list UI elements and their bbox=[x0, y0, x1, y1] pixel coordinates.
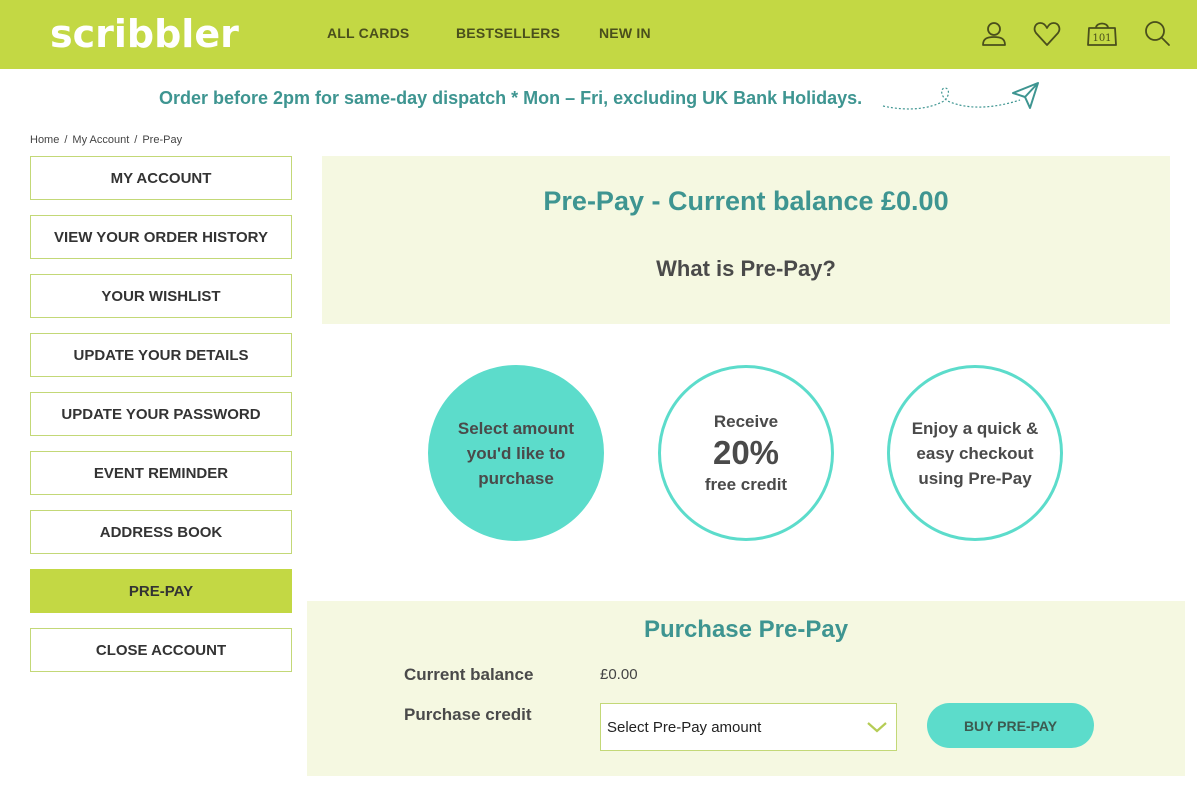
page-title: Pre-Pay - Current balance £0.00 bbox=[543, 186, 949, 216]
sidebar-item-my-account[interactable]: MY ACCOUNT bbox=[30, 156, 292, 200]
nav-new-in[interactable]: NEW IN bbox=[599, 25, 651, 41]
nav-all-cards[interactable]: ALL CARDS bbox=[327, 25, 409, 41]
current-balance-label: Current balance bbox=[404, 665, 534, 684]
select-placeholder: Select Pre-Pay amount bbox=[607, 718, 762, 736]
chevron-down-icon bbox=[867, 722, 887, 733]
sidebar-item-event-reminder[interactable]: EVENT REMINDER bbox=[30, 451, 292, 495]
nav-bestsellers[interactable]: BESTSELLERS bbox=[456, 25, 560, 41]
step-select-amount: Select amount you'd like to purchase bbox=[428, 365, 604, 541]
purchase-credit-label: Purchase credit bbox=[404, 705, 532, 724]
breadcrumb: Home / My Account / Pre-Pay bbox=[30, 134, 183, 146]
step-text: Enjoy a quick & bbox=[911, 418, 1039, 438]
step-text: Select amount bbox=[457, 418, 575, 438]
sidebar-item-update-details[interactable]: UPDATE YOUR DETAILS bbox=[30, 333, 292, 377]
breadcrumb-my-account[interactable]: My Account bbox=[72, 134, 129, 146]
step-text: purchase bbox=[478, 468, 554, 488]
current-balance-value: £0.00 bbox=[600, 666, 638, 683]
free-credit-percent: 20% bbox=[712, 434, 780, 471]
step-text: easy checkout bbox=[916, 443, 1034, 463]
what-is-pre-pay-heading: What is Pre-Pay? bbox=[656, 256, 836, 281]
svg-text:101: 101 bbox=[1092, 33, 1111, 44]
user-icon[interactable] bbox=[978, 18, 1010, 50]
sidebar-item-order-history[interactable]: VIEW YOUR ORDER HISTORY bbox=[30, 215, 292, 259]
dispatch-message: Order before 2pm for same-day dispatch *… bbox=[159, 88, 863, 108]
pre-pay-hero: Pre-Pay - Current balance £0.00 What is … bbox=[322, 156, 1170, 324]
sidebar-item-update-password[interactable]: UPDATE YOUR PASSWORD bbox=[30, 392, 292, 436]
sidebar-item-close-account[interactable]: CLOSE ACCOUNT bbox=[30, 628, 292, 672]
step-text: free credit bbox=[704, 475, 788, 494]
step-text: using Pre-Pay bbox=[918, 468, 1032, 488]
bag-icon[interactable]: 101 bbox=[1085, 18, 1117, 50]
step-quick-checkout: Enjoy a quick & easy checkout using Pre-… bbox=[887, 365, 1063, 541]
pre-pay-amount-select[interactable]: Select Pre-Pay amount bbox=[600, 703, 897, 751]
purchase-title: Purchase Pre-Pay bbox=[643, 616, 849, 643]
search-icon[interactable] bbox=[1142, 18, 1174, 50]
scribbler-logo[interactable]: scribbler bbox=[50, 12, 239, 56]
breadcrumb-current: Pre-Pay bbox=[142, 134, 183, 146]
top-navigation-bar: scribbler ALL CARDS BESTSELLERS NEW IN 1… bbox=[0, 0, 1197, 69]
sidebar-item-pre-pay[interactable]: PRE-PAY bbox=[30, 569, 292, 613]
step-text: you'd like to bbox=[466, 443, 566, 463]
buy-pre-pay-button[interactable]: BUY PRE-PAY bbox=[927, 703, 1094, 748]
step-free-credit: Receive 20% free credit bbox=[658, 365, 834, 541]
breadcrumb-home[interactable]: Home bbox=[30, 134, 59, 146]
step-text: Receive bbox=[713, 412, 779, 431]
paper-plane-icon bbox=[882, 82, 1039, 110]
purchase-pre-pay-panel: Purchase Pre-Pay Current balance £0.00 P… bbox=[307, 601, 1185, 776]
heart-icon[interactable] bbox=[1031, 18, 1063, 50]
sidebar-item-address-book[interactable]: ADDRESS BOOK bbox=[30, 510, 292, 554]
sidebar-item-wishlist[interactable]: YOUR WISHLIST bbox=[30, 274, 292, 318]
